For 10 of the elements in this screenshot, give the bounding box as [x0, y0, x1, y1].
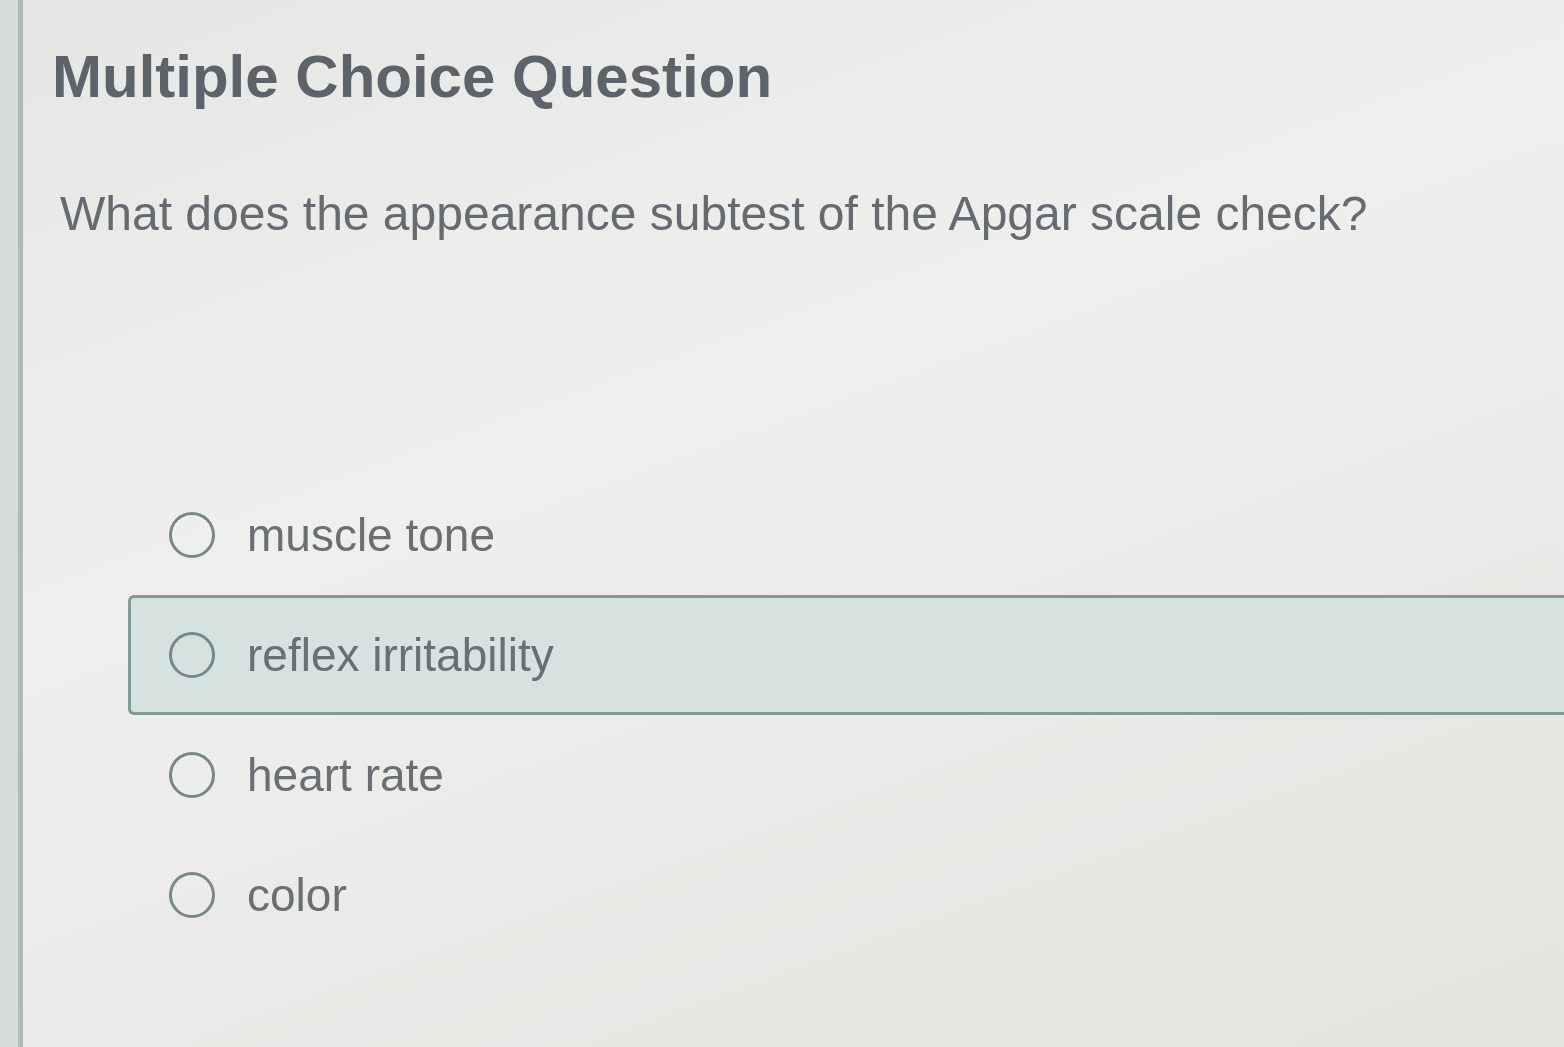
- radio-button[interactable]: [169, 512, 215, 558]
- radio-button[interactable]: [169, 872, 215, 918]
- answer-option[interactable]: color: [128, 835, 1564, 955]
- radio-button[interactable]: [169, 632, 215, 678]
- question-type-heading: Multiple Choice Question: [52, 42, 773, 112]
- question-text: What does the appearance subtest of the Apgar scale check?: [60, 186, 1368, 242]
- answer-option[interactable]: muscle tone: [128, 475, 1564, 595]
- radio-button[interactable]: [169, 752, 215, 798]
- answer-option[interactable]: heart rate: [128, 715, 1564, 835]
- answer-option[interactable]: reflex irritability: [128, 595, 1564, 715]
